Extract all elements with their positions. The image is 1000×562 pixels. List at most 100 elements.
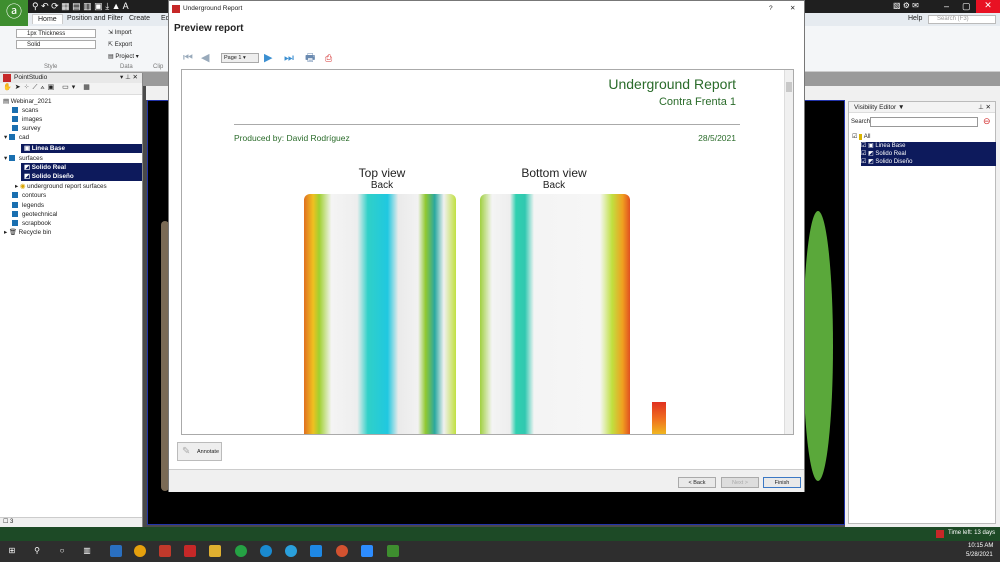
export-label: Export	[114, 42, 133, 48]
project-button[interactable]: ▤ Project ▾	[108, 53, 139, 60]
report-subtitle: Contra Frenta 1	[658, 96, 736, 108]
dialog-title: Underground Report	[183, 5, 243, 12]
edge-icon[interactable]	[260, 545, 272, 557]
import-button[interactable]: ⇲ Import	[108, 29, 132, 36]
tree-label: Solido Real	[31, 164, 66, 171]
last-page-button[interactable]: ⏭	[284, 52, 294, 64]
chrome-icon[interactable]	[134, 545, 146, 557]
folder-icon	[8, 134, 15, 140]
pointstudio-icon	[3, 74, 11, 82]
window-tools-icons[interactable]: ▧ ⚙ ✉	[893, 1, 919, 10]
visibility-search-input[interactable]	[870, 117, 978, 127]
panel-header: PointStudio ▾ ⊥ ✕	[0, 73, 142, 83]
tree-label: contours	[22, 192, 47, 199]
search-icon[interactable]: ⚲	[31, 545, 43, 557]
close-window-button[interactable]: ✕	[976, 0, 1000, 13]
tree-label: underground report surfaces	[27, 183, 107, 190]
scrollbar-thumb[interactable]	[786, 82, 792, 92]
taskbar: ⊞ ⚲ ○ ▥ 10:15 AM 5/28/2021	[0, 541, 1000, 562]
explorer-toolbar[interactable]: ✋➤⁘⟋⟑▣ ▭▾ ▦	[0, 83, 142, 95]
mail-icon[interactable]	[110, 545, 122, 557]
close-button[interactable]: ✕	[790, 1, 795, 17]
data-group-label: Data	[120, 64, 133, 70]
visibility-item[interactable]: ☑ ◩ Solido Real	[861, 150, 996, 158]
status-bar: Time left: 13 days	[0, 527, 1000, 541]
pin-close-icons[interactable]: ⊥ ✕	[978, 102, 995, 113]
search-label: Search	[851, 119, 871, 125]
clock-date[interactable]: 5/28/2021	[966, 552, 993, 558]
quick-access-icons[interactable]: ⚲ ↶ ⟳ ▦ ▤ ▥ ▣ ⤓ ▲ A	[32, 1, 129, 12]
tree-item[interactable]: geotechnical	[12, 210, 57, 219]
start-button[interactable]: ⊞	[6, 545, 18, 557]
powerpoint-icon[interactable]	[336, 545, 348, 557]
tree-item[interactable]: ▾ cad	[4, 133, 29, 142]
help-link[interactable]: Help	[903, 14, 927, 23]
tree-item[interactable]: survey	[12, 124, 41, 133]
back-button[interactable]: < Back	[678, 477, 716, 488]
visibility-item[interactable]: ☑ ◩ Solido Diseño	[861, 158, 996, 166]
tree-item[interactable]: legends	[12, 201, 44, 210]
gmail-icon[interactable]	[159, 545, 171, 557]
trial-status: Time left: 13 days	[948, 530, 996, 536]
report-date: 28/5/2021	[698, 133, 736, 143]
pointstudio-taskbar-icon[interactable]	[184, 545, 196, 557]
clock-time[interactable]: 10:15 AM	[968, 543, 993, 549]
tree-item[interactable]: ▸ 🗑 Recycle bin	[4, 228, 51, 237]
prev-page-button[interactable]: ◀	[201, 52, 209, 64]
maptek-icon[interactable]	[387, 545, 399, 557]
tab-position-filter[interactable]: Position and Filter	[62, 14, 128, 23]
page-select[interactable]: Page 1 ▾	[221, 53, 259, 63]
app-icon	[172, 5, 180, 13]
visibility-item[interactable]: ☑ All	[852, 133, 870, 141]
tree-item-selected[interactable]: ◩ Solido Diseño	[21, 172, 142, 181]
model-fragment	[803, 211, 833, 481]
folder-icon	[12, 125, 18, 131]
maximize-button[interactable]: ▢	[962, 1, 971, 12]
line-style-select[interactable]: Solid	[16, 40, 96, 49]
zoom-icon[interactable]	[361, 545, 373, 557]
help-button[interactable]: ?	[769, 1, 773, 17]
search-input[interactable]: Search (F3)	[928, 15, 996, 24]
folder-icon	[8, 155, 15, 161]
tree-label: Recycle bin	[18, 229, 52, 236]
produced-by: Produced by: David Rodríguez	[234, 133, 350, 143]
minimize-button[interactable]: –	[944, 1, 949, 11]
tree-label: Webinar_2021	[10, 98, 52, 105]
tree-item[interactable]: ▸ ◉ underground report surfaces	[15, 182, 107, 191]
visibility-item[interactable]: ☑ ▣ Linea Base	[861, 142, 996, 150]
next-button[interactable]: Next >	[721, 477, 759, 488]
first-page-button[interactable]: ⏮	[183, 52, 193, 64]
visibility-editor: Visibility Editor ▼ ⊥ ✕ Search ⊖ ☑ All ☑…	[848, 101, 996, 524]
visibility-header: Visibility Editor ▼ ⊥ ✕	[849, 102, 995, 113]
cortana-icon[interactable]: ○	[56, 545, 68, 557]
tree-item-root[interactable]: ▤ Webinar_2021	[3, 97, 52, 106]
export-button[interactable]: ⇱ Export	[108, 41, 132, 48]
tab-create[interactable]: Create	[124, 14, 155, 23]
tree-item[interactable]: scans	[12, 106, 38, 115]
dialog-title-bar: Underground Report ? ✕	[169, 1, 804, 17]
thickness-select[interactable]: 1px Thickness	[16, 29, 96, 38]
preview-scrollbar[interactable]	[784, 70, 793, 434]
panel-pin-close-icons[interactable]: ▾ ⊥ ✕	[120, 73, 138, 83]
print-icon[interactable]: 🖶	[305, 52, 315, 64]
telegram-icon[interactable]	[285, 545, 297, 557]
footer-count: 3	[10, 519, 14, 525]
top-view-model	[304, 194, 456, 434]
whatsapp-icon[interactable]	[235, 545, 247, 557]
tree-item[interactable]: scrapbook	[12, 219, 51, 228]
tree-item-selected[interactable]: ▣ Linea Base	[21, 144, 142, 153]
finish-button[interactable]: Finish	[763, 477, 801, 488]
next-page-button[interactable]: ▶	[264, 52, 272, 64]
tree-item[interactable]: images	[12, 115, 42, 124]
skype-icon[interactable]	[310, 545, 322, 557]
app-logo[interactable]: ⓐ	[0, 0, 28, 26]
tree-item-selected[interactable]: ◩ Solido Real	[21, 163, 142, 172]
annotate-button[interactable]: ✎ Annotate	[177, 442, 222, 461]
task-view-icon[interactable]: ▥	[81, 545, 93, 557]
tree-item[interactable]: ▾ surfaces	[4, 154, 43, 163]
tab-home[interactable]: Home	[32, 14, 63, 24]
tree-item[interactable]: contours	[12, 191, 46, 200]
file-explorer-icon[interactable]	[209, 545, 221, 557]
pdf-export-icon[interactable]: ⎙	[325, 52, 332, 64]
clear-search-icon[interactable]: ⊖	[983, 116, 991, 127]
